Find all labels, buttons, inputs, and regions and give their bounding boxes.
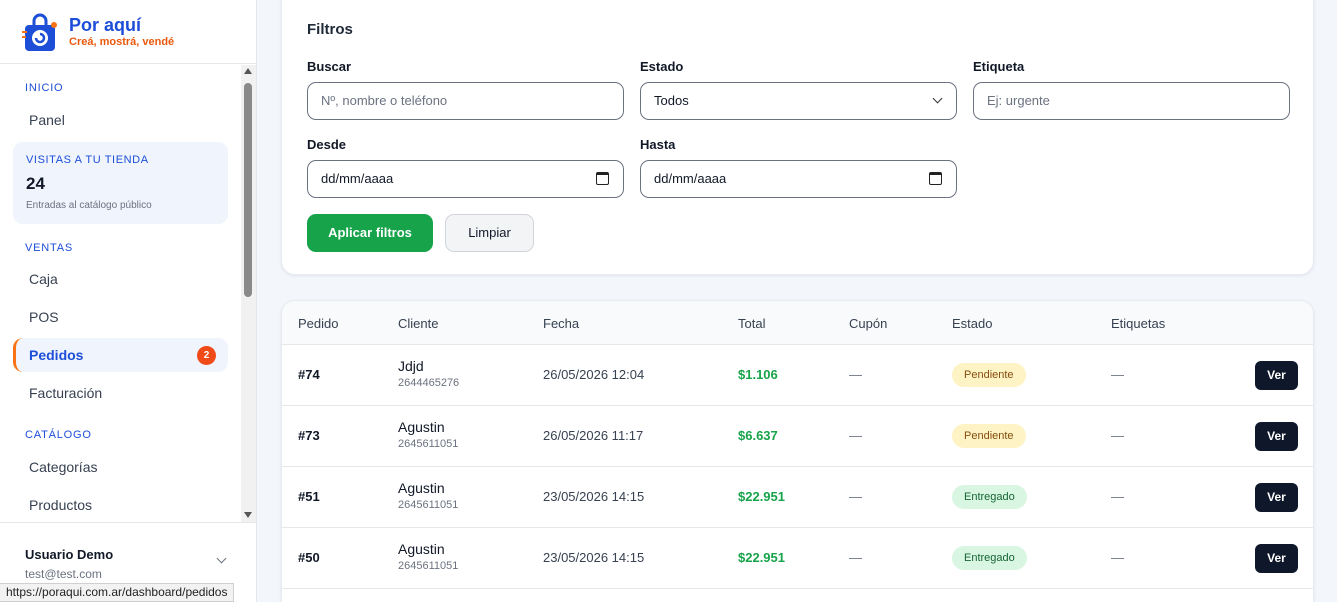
status-badge: Pendiente bbox=[952, 424, 1026, 448]
status-label: Estado bbox=[640, 59, 684, 74]
clear-filters-button[interactable]: Limpiar bbox=[445, 214, 534, 252]
tag-input[interactable]: Ej: urgente bbox=[973, 82, 1290, 120]
section-title-ventas: VENTAS bbox=[25, 242, 73, 254]
column-header-date: Fecha bbox=[543, 316, 580, 331]
client-phone: 2645611051 bbox=[398, 499, 459, 511]
order-date: 26/05/2026 11:17 bbox=[543, 428, 644, 443]
shopping-bag-logo-icon bbox=[22, 13, 57, 51]
order-tags: — bbox=[1111, 428, 1124, 443]
status-bar-url: https://poraqui.com.ar/dashboard/pedidos bbox=[0, 583, 235, 602]
table-row[interactable]: #50 Agustin 2645611051 23/05/2026 14:15 … bbox=[282, 528, 1313, 589]
status-badge: Entregado bbox=[952, 485, 1027, 509]
table-row[interactable]: #73 Agustin 2645611051 26/05/2026 11:17 … bbox=[282, 406, 1313, 467]
from-date-input[interactable]: dd/mm/aaaa bbox=[307, 160, 624, 198]
brand-tagline: Creá, mostrá, vendé bbox=[69, 36, 175, 48]
status-badge: Entregado bbox=[952, 546, 1027, 570]
client-name: Agustin bbox=[398, 480, 445, 496]
to-date-label: Hasta bbox=[640, 137, 676, 152]
table-row[interactable]: #74 Jdjd 2644465276 26/05/2026 12:04 $1.… bbox=[282, 345, 1313, 406]
column-header-client: Cliente bbox=[398, 316, 439, 331]
status-select-value: Todos bbox=[654, 93, 689, 108]
status-badge: Pendiente bbox=[952, 363, 1026, 387]
filters-title: Filtros bbox=[307, 21, 353, 38]
tag-label: Etiqueta bbox=[973, 59, 1025, 74]
scroll-up-arrow-icon[interactable] bbox=[244, 68, 252, 74]
table-header: Pedido Cliente Fecha Total Cupón Estado … bbox=[282, 301, 1313, 345]
search-label: Buscar bbox=[307, 59, 352, 74]
orders-table: Pedido Cliente Fecha Total Cupón Estado … bbox=[281, 300, 1314, 602]
view-order-button[interactable]: Ver bbox=[1255, 483, 1298, 512]
sidebar-item-pedidos[interactable]: Pedidos 2 bbox=[13, 338, 228, 372]
sidebar: Por aquí Creá, mostrá, vendé INICIO Pane… bbox=[0, 0, 257, 602]
from-date-label: Desde bbox=[307, 137, 347, 152]
view-order-button[interactable]: Ver bbox=[1255, 544, 1298, 573]
sidebar-scrollbar[interactable] bbox=[241, 65, 256, 522]
brand[interactable]: Por aquí Creá, mostrá, vendé bbox=[0, 0, 256, 64]
visits-card: VISITAS A TU TIENDA 24 Entradas al catál… bbox=[13, 142, 228, 224]
pedidos-count-badge: 2 bbox=[197, 346, 216, 365]
column-header-tags: Etiquetas bbox=[1111, 316, 1166, 331]
scrollbar-thumb[interactable] bbox=[244, 83, 252, 297]
order-coupon: — bbox=[849, 428, 862, 443]
order-id: #51 bbox=[298, 489, 320, 504]
apply-filters-button[interactable]: Aplicar filtros bbox=[307, 214, 433, 252]
section-title-catalogo: CATÁLOGO bbox=[25, 429, 92, 441]
order-total: $6.637 bbox=[738, 428, 778, 443]
order-date: 23/05/2026 14:15 bbox=[543, 489, 645, 504]
sidebar-item-categorias[interactable]: Categorías bbox=[13, 450, 228, 484]
from-date-value: dd/mm/aaaa bbox=[321, 171, 394, 186]
sidebar-item-facturacion[interactable]: Facturación bbox=[13, 376, 228, 410]
visits-count: 24 bbox=[26, 174, 45, 193]
order-date: 26/05/2026 12:04 bbox=[543, 367, 645, 382]
order-tags: — bbox=[1111, 489, 1124, 504]
order-coupon: — bbox=[849, 489, 862, 504]
order-date: 23/05/2026 14:15 bbox=[543, 550, 645, 565]
sidebar-item-caja[interactable]: Caja bbox=[13, 262, 228, 296]
visits-subtitle: Entradas al catálogo público bbox=[26, 200, 152, 211]
client-name: Agustin bbox=[398, 541, 445, 557]
calendar-icon[interactable] bbox=[596, 172, 609, 185]
column-header-status: Estado bbox=[952, 316, 993, 331]
table-row[interactable]: #51 Agustin 2645611051 23/05/2026 14:15 … bbox=[282, 467, 1313, 528]
sidebar-item-productos[interactable]: Productos bbox=[13, 488, 228, 522]
column-header-total: Total bbox=[738, 316, 766, 331]
sidebar-item-pos[interactable]: POS bbox=[13, 300, 228, 334]
chevron-down-icon[interactable] bbox=[216, 553, 227, 564]
client-phone: 2644465276 bbox=[398, 377, 460, 389]
order-id: #73 bbox=[298, 428, 320, 443]
order-total: $22.951 bbox=[738, 489, 785, 504]
user-name: Usuario Demo bbox=[25, 547, 114, 562]
search-input[interactable]: Nº, nombre o teléfono bbox=[307, 82, 624, 120]
to-date-input[interactable]: dd/mm/aaaa bbox=[640, 160, 957, 198]
order-id: #74 bbox=[298, 367, 320, 382]
view-order-button[interactable]: Ver bbox=[1255, 361, 1298, 390]
sidebar-nav: INICIO Panel VISITAS A TU TIENDA 24 Entr… bbox=[0, 65, 256, 522]
order-tags: — bbox=[1111, 550, 1124, 565]
section-title-inicio: INICIO bbox=[25, 82, 64, 94]
order-coupon: — bbox=[849, 550, 862, 565]
to-date-value: dd/mm/aaaa bbox=[654, 171, 727, 186]
client-phone: 2645611051 bbox=[398, 438, 459, 450]
view-order-button[interactable]: Ver bbox=[1255, 422, 1298, 451]
sidebar-item-panel[interactable]: Panel bbox=[13, 103, 228, 137]
scroll-down-arrow-icon[interactable] bbox=[244, 512, 252, 518]
order-total: $1.106 bbox=[738, 367, 778, 382]
sidebar-item-label: Pedidos bbox=[29, 347, 84, 363]
chevron-down-icon bbox=[932, 93, 943, 104]
client-name: Jdjd bbox=[398, 358, 424, 374]
order-tags: — bbox=[1111, 367, 1124, 382]
client-phone: 2645611051 bbox=[398, 560, 459, 572]
column-header-coupon: Cupón bbox=[849, 316, 888, 331]
brand-name: Por aquí bbox=[69, 15, 142, 35]
calendar-icon[interactable] bbox=[929, 172, 942, 185]
order-coupon: — bbox=[849, 367, 862, 382]
order-total: $22.951 bbox=[738, 550, 785, 565]
status-select[interactable]: Todos bbox=[640, 82, 957, 120]
visits-title: VISITAS A TU TIENDA bbox=[26, 154, 149, 166]
order-id: #50 bbox=[298, 550, 320, 565]
user-email: test@test.com bbox=[25, 567, 102, 581]
filters-card: Filtros Buscar Nº, nombre o teléfono Est… bbox=[281, 0, 1314, 275]
column-header-order: Pedido bbox=[298, 316, 339, 331]
client-name: Agustin bbox=[398, 419, 445, 435]
